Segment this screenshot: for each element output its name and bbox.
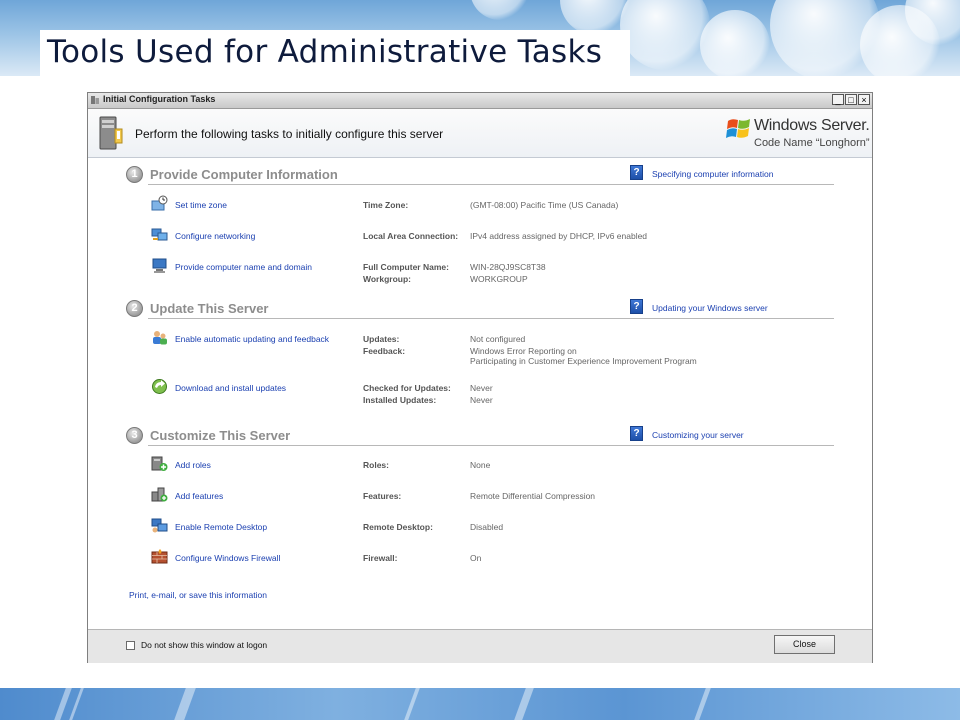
prop-label-firewall: Firewall: — [363, 553, 398, 563]
remote-desktop-icon — [151, 518, 168, 533]
header-instruction: Perform the following tasks to initially… — [135, 127, 444, 141]
computer-icon — [152, 258, 167, 273]
prop-label-full-computer-name: Full Computer Name: — [363, 262, 449, 272]
help-icon[interactable]: ? — [630, 426, 643, 441]
prop-value-workgroup: WORKGROUP — [470, 274, 528, 284]
maximize-button[interactable]: □ — [845, 94, 857, 105]
windows-flag-icon — [726, 119, 750, 138]
prop-value-remote-desktop: Disabled — [470, 522, 504, 532]
prop-value-installed-updates: Never — [470, 395, 493, 405]
section-divider — [148, 318, 834, 319]
firewall-icon — [151, 549, 168, 564]
prop-value-local-area-connection: IPv4 address assigned by DHCP, IPv6 enab… — [470, 231, 648, 241]
prop-label-installed-updates: Installed Updates: — [363, 395, 437, 405]
prop-value-feedback: Windows Error Reporting on — [470, 346, 577, 356]
users-icon — [153, 331, 167, 345]
windows-server-logo: Windows Server. Code Name “Longhorn” — [724, 115, 870, 155]
add-roles-icon — [151, 456, 168, 471]
print-email-save-link[interactable]: Print, e-mail, or save this information — [129, 590, 267, 600]
enable-automatic-updating-link[interactable]: Enable automatic updating and feedback — [175, 334, 329, 344]
section-number-1: 1 — [126, 166, 143, 183]
slide-footer-background — [0, 688, 960, 720]
do-not-show-checkbox[interactable] — [126, 641, 135, 650]
section-divider — [148, 184, 834, 185]
prop-label-checked-for-updates: Checked for Updates: — [363, 383, 451, 393]
prop-value-roles: None — [470, 460, 491, 470]
prop-value-firewall: On — [470, 553, 482, 563]
do-not-show-label[interactable]: Do not show this window at logon — [141, 640, 267, 650]
app-icon — [91, 96, 99, 104]
clock-icon — [151, 195, 168, 211]
prop-label-features: Features: — [363, 491, 402, 501]
prop-value-checked-for-updates: Never — [470, 383, 493, 393]
logo-codename: Code Name “Longhorn” — [754, 137, 870, 149]
window-header: Perform the following tasks to initially… — [88, 109, 872, 158]
prop-label-local-area-connection: Local Area Connection: — [363, 231, 459, 241]
initial-configuration-tasks-window: Initial Configuration Tasks _ □ × Perfor… — [87, 92, 873, 663]
help-link-customize-server[interactable]: Customizing your server — [652, 430, 744, 440]
configure-windows-firewall-link[interactable]: Configure Windows Firewall — [175, 553, 280, 563]
section-title-update-server: Update This Server — [150, 301, 269, 316]
help-icon[interactable]: ? — [630, 299, 643, 314]
server-icon — [99, 116, 123, 150]
help-link-computer-information[interactable]: Specifying computer information — [652, 169, 773, 179]
add-features-icon — [151, 487, 168, 502]
window-title: Initial Configuration Tasks — [103, 94, 216, 104]
section-number-3: 3 — [126, 427, 143, 444]
section-divider — [148, 445, 834, 446]
close-button[interactable]: Close — [774, 635, 835, 654]
update-icon — [152, 379, 167, 394]
window-titlebar[interactable]: Initial Configuration Tasks _ □ × — [88, 93, 872, 109]
prop-label-workgroup: Workgroup: — [363, 274, 412, 284]
close-window-button[interactable]: × — [858, 94, 870, 105]
prop-label-updates: Updates: — [363, 334, 400, 344]
prop-value-updates: Not configured — [470, 334, 526, 344]
section-number-2: 2 — [126, 300, 143, 317]
add-features-link[interactable]: Add features — [175, 491, 223, 501]
download-install-updates-link[interactable]: Download and install updates — [175, 383, 286, 393]
add-roles-link[interactable]: Add roles — [175, 460, 211, 470]
prop-label-feedback: Feedback: — [363, 346, 406, 356]
section-title-customize-server: Customize This Server — [150, 428, 291, 443]
section-title-computer-information: Provide Computer Information — [150, 167, 338, 182]
configure-networking-link[interactable]: Configure networking — [175, 231, 255, 241]
prop-value-features: Remote Differential Compression — [470, 491, 596, 501]
slide-title: Tools Used for Administrative Tasks — [47, 34, 603, 70]
prop-value-full-computer-name: WIN-28QJ9SC8T38 — [470, 262, 546, 272]
prop-label-remote-desktop: Remote Desktop: — [363, 522, 433, 532]
logo-product-name: Windows Server. — [754, 117, 870, 134]
prop-value-ceip: Participating in Customer Experience Imp… — [470, 356, 697, 366]
provide-computer-name-link[interactable]: Provide computer name and domain — [175, 262, 312, 272]
minimize-button[interactable]: _ — [832, 94, 844, 105]
help-link-update-server[interactable]: Updating your Windows server — [652, 303, 768, 313]
window-footer: Do not show this window at logon Close — [88, 629, 872, 663]
enable-remote-desktop-link[interactable]: Enable Remote Desktop — [175, 522, 267, 532]
prop-value-time-zone: (GMT-08:00) Pacific Time (US Canada) — [470, 200, 619, 210]
network-icon — [151, 228, 168, 241]
help-icon[interactable]: ? — [630, 165, 643, 180]
set-time-zone-link[interactable]: Set time zone — [175, 200, 227, 210]
prop-label-time-zone: Time Zone: — [363, 200, 409, 210]
prop-label-roles: Roles: — [363, 460, 389, 470]
